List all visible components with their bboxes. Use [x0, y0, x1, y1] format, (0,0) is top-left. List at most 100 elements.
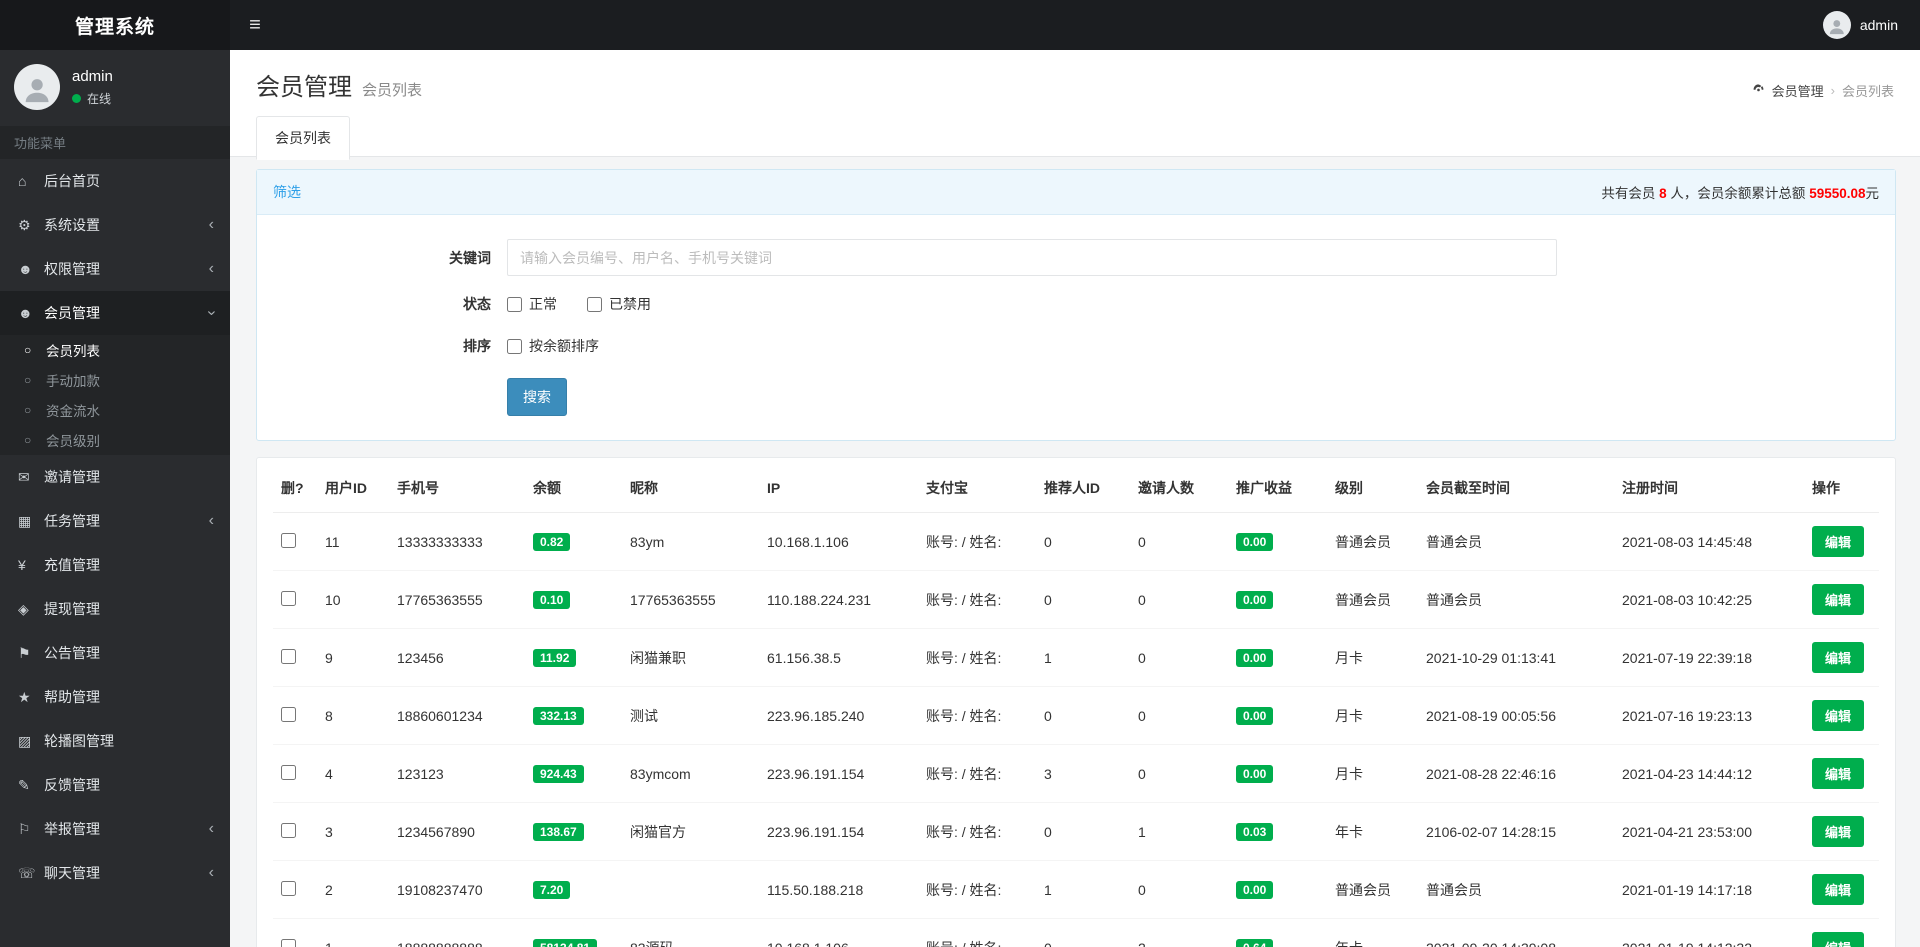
cell-ip: 10.168.1.106: [759, 919, 918, 947]
submenu-item-manual-credit[interactable]: ○ 手动加款: [0, 365, 230, 395]
hamburger-icon: ≡: [249, 13, 261, 36]
keyword-input[interactable]: [507, 239, 1557, 276]
cell-invites: 1: [1130, 802, 1228, 861]
row-checkbox[interactable]: [281, 822, 296, 838]
submenu-item-member-list[interactable]: ○ 会员列表: [0, 335, 230, 365]
sort-by-balance-option[interactable]: 按余额排序: [507, 336, 599, 356]
cell-user-id: 9: [317, 628, 389, 687]
status-disabled-option[interactable]: 已禁用: [587, 294, 651, 314]
cell-referrer-id: 0: [1036, 686, 1130, 745]
users-icon: ☻: [18, 261, 33, 277]
sidebar-item-reports[interactable]: ⚐ 举报管理: [0, 807, 230, 851]
members-table: 删? 用户ID 手机号 余额 昵称 IP 支付宝 推荐人ID 邀请人数 推广收益…: [273, 464, 1879, 947]
sidebar-item-announcements[interactable]: ⚑ 公告管理: [0, 631, 230, 675]
announcement-icon: ⚑: [18, 644, 31, 661]
sidebar-item-feedback[interactable]: ✎ 反馈管理: [0, 763, 230, 807]
status-options: 正常 已禁用: [507, 294, 651, 314]
sidebar-item-permissions[interactable]: ☻ 权限管理: [0, 247, 230, 291]
sidebar-item-recharge[interactable]: ¥ 充值管理: [0, 543, 230, 587]
row-checkbox[interactable]: [281, 648, 296, 664]
cell-delete: [273, 860, 317, 919]
col-ip: IP: [759, 464, 918, 513]
cell-actions: 编辑: [1804, 686, 1879, 745]
members-submenu: ○ 会员列表 ○ 手动加款 ○ 资金流水 ○ 会员级别: [0, 335, 230, 455]
edit-button[interactable]: 编辑: [1812, 700, 1865, 731]
tab-member-list[interactable]: 会员列表: [256, 116, 350, 160]
edit-button[interactable]: 编辑: [1812, 758, 1865, 789]
balance-badge: 332.13: [533, 706, 584, 725]
balance-badge: 138.67: [533, 822, 584, 841]
income-badge: 0.00: [1236, 648, 1274, 667]
col-level: 级别: [1327, 464, 1418, 513]
income-badge: 0.00: [1236, 532, 1274, 551]
row-checkbox[interactable]: [281, 532, 296, 548]
cell-invites: 0: [1130, 512, 1228, 571]
cell-ip: 223.96.191.154: [759, 744, 918, 803]
filter-form: 关键词 状态 正常 已禁用: [257, 215, 1895, 440]
cell-user-id: 4: [317, 744, 389, 803]
cell-referrer-id: 0: [1036, 919, 1130, 947]
filter-toggle-link[interactable]: 筛选: [273, 182, 301, 202]
status-normal-option[interactable]: 正常: [507, 294, 557, 314]
actions-row: 搜索: [257, 378, 1895, 416]
topbar-user-menu[interactable]: admin: [1801, 0, 1920, 50]
edit-button[interactable]: 编辑: [1812, 874, 1865, 905]
sidebar-item-withdrawals[interactable]: ◈ 提现管理: [0, 587, 230, 631]
sidebar-item-help[interactable]: ★ 帮助管理: [0, 675, 230, 719]
status-label: 状态: [463, 296, 491, 312]
dashboard-icon: [1752, 82, 1765, 98]
submenu-item-fund-flow[interactable]: ○ 资金流水: [0, 395, 230, 425]
cell-referrer-id: 1: [1036, 860, 1130, 919]
sidebar-toggle-button[interactable]: ≡: [230, 0, 280, 50]
cell-phone: 18888888888: [389, 919, 525, 947]
status-normal-checkbox[interactable]: [507, 296, 522, 312]
topbar: 管理系统 ≡ admin: [0, 0, 1920, 50]
balance-badge: 58134.81: [533, 938, 598, 947]
table-body: 11 13333333333 0.82 83ym 10.168.1.106 账号…: [273, 512, 1879, 947]
col-phone: 手机号: [389, 464, 525, 513]
breadcrumb: 会员管理 › 会员列表: [1752, 81, 1894, 100]
edit-button[interactable]: 编辑: [1812, 526, 1865, 557]
cell-ip: 10.168.1.106: [759, 512, 918, 571]
edit-button[interactable]: 编辑: [1812, 642, 1865, 673]
col-balance: 余额: [525, 464, 622, 513]
sidebar-item-chat[interactable]: ☏ 聊天管理: [0, 851, 230, 895]
cell-balance: 332.13: [525, 686, 622, 745]
edit-button[interactable]: 编辑: [1812, 816, 1865, 847]
row-checkbox[interactable]: [281, 764, 296, 780]
cell-income: 0.00: [1228, 512, 1327, 571]
cell-registered: 2021-08-03 10:42:25: [1614, 570, 1804, 629]
edit-button[interactable]: 编辑: [1812, 932, 1865, 947]
table-row: 3 1234567890 138.67 闲猫官方 223.96.191.154 …: [273, 802, 1879, 861]
table-row: 8 18860601234 332.13 测试 223.96.185.240 账…: [273, 686, 1879, 745]
sidebar-item-members[interactable]: ☻ 会员管理: [0, 291, 230, 335]
income-badge: 0.64: [1236, 938, 1274, 947]
online-status-label: 在线: [87, 91, 112, 106]
sidebar-item-system-settings[interactable]: ⚙ 系统设置: [0, 203, 230, 247]
row-checkbox[interactable]: [281, 938, 296, 947]
sidebar-item-carousel[interactable]: ▨ 轮播图管理: [0, 719, 230, 763]
cell-income: 0.00: [1228, 628, 1327, 687]
cell-member-until: 普通会员: [1418, 570, 1614, 629]
submenu-item-member-level[interactable]: ○ 会员级别: [0, 425, 230, 455]
sidebar-item-dashboard[interactable]: ⌂ 后台首页: [0, 159, 230, 203]
cell-nickname: 测试: [622, 686, 759, 745]
cell-registered: 2021-01-19 14:12:32: [1614, 919, 1804, 947]
cell-alipay: 账号: / 姓名:: [918, 802, 1036, 861]
cell-income: 0.64: [1228, 919, 1327, 947]
cell-balance: 7.20: [525, 860, 622, 919]
sidebar-item-invitations[interactable]: ✉ 邀请管理: [0, 455, 230, 499]
search-button[interactable]: 搜索: [507, 378, 567, 416]
app-logo[interactable]: 管理系统: [0, 0, 230, 50]
row-checkbox[interactable]: [281, 590, 296, 606]
cell-member-until: 2021-09-20 14:39:08: [1418, 919, 1614, 947]
row-checkbox[interactable]: [281, 706, 296, 722]
row-checkbox[interactable]: [281, 880, 296, 896]
breadcrumb-item-members[interactable]: 会员管理: [1772, 81, 1824, 100]
sidebar-item-tasks[interactable]: ▦ 任务管理: [0, 499, 230, 543]
cell-member-until: 2021-10-29 01:13:41: [1418, 628, 1614, 687]
col-alipay: 支付宝: [918, 464, 1036, 513]
edit-button[interactable]: 编辑: [1812, 584, 1865, 615]
sort-by-balance-checkbox[interactable]: [507, 338, 522, 354]
status-disabled-checkbox[interactable]: [587, 296, 602, 312]
